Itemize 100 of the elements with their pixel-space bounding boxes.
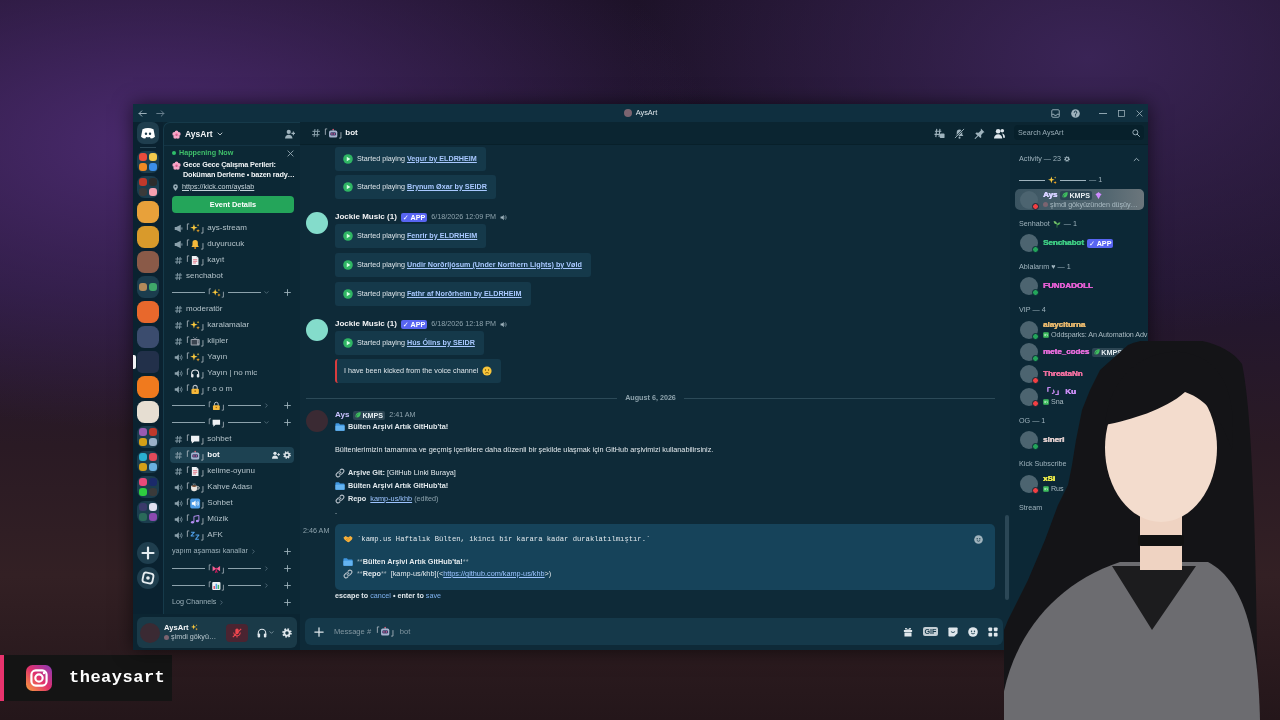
channel-item[interactable]: karalamalar (170, 317, 294, 333)
channel-item[interactable]: sohbet (170, 431, 294, 447)
minimize-icon[interactable] (1099, 112, 1107, 114)
channel-item[interactable]: Müzik (170, 511, 294, 527)
author-name[interactable]: Jockie Music (1) (335, 319, 397, 329)
robot-icon (324, 127, 343, 139)
add-server-icon[interactable] (137, 542, 159, 564)
server-folder[interactable] (137, 451, 159, 473)
server-folder[interactable] (137, 276, 159, 298)
server-icon[interactable] (137, 226, 159, 248)
speaker-icon (174, 514, 183, 524)
server-icon[interactable] (137, 401, 159, 423)
forward-arrow-icon[interactable] (156, 108, 165, 118)
user-avatar[interactable] (1020, 277, 1038, 295)
headphones-icon[interactable] (257, 627, 267, 638)
author-name[interactable]: Jockie Music (1) (335, 212, 397, 222)
discover-icon[interactable] (137, 567, 159, 589)
member-name[interactable]: FUNDADOLL (1043, 281, 1093, 291)
server-folder[interactable] (137, 426, 159, 448)
server-icon[interactable] (137, 376, 159, 398)
invite-icon[interactable] (285, 129, 295, 139)
invite-icon[interactable] (272, 451, 280, 459)
server-folder[interactable] (137, 501, 159, 523)
channel-item[interactable]: kelime-oyunu (170, 463, 294, 479)
maximize-icon[interactable] (1118, 109, 1125, 117)
channel-name: bot (345, 128, 358, 138)
gift-icon[interactable] (903, 626, 913, 637)
server-folder[interactable] (137, 476, 159, 498)
channel-item[interactable]: Yayın (170, 349, 294, 365)
member-name[interactable]: ThreataNn (1043, 369, 1083, 379)
user-avatar[interactable] (1020, 365, 1038, 383)
home-logo-icon[interactable] (137, 122, 159, 144)
hash-icon (174, 466, 183, 476)
help-icon[interactable] (1071, 108, 1080, 118)
member-name[interactable]: 「♪」 Ku (1043, 387, 1076, 397)
sticker-icon[interactable] (948, 626, 958, 637)
channel-item[interactable]: AFK (170, 527, 294, 543)
plus-icon[interactable] (284, 599, 291, 606)
member-name[interactable]: mete_codes (1043, 347, 1090, 357)
user-avatar[interactable] (1020, 320, 1038, 339)
close-icon[interactable] (1136, 109, 1143, 117)
microphone-muted-icon (232, 627, 242, 638)
channel-item[interactable]: Yayın | no mic (170, 365, 294, 381)
channel-item[interactable]: ays-stream (170, 220, 294, 236)
user-avatar[interactable] (1020, 474, 1038, 493)
bot-avatar[interactable] (306, 319, 328, 341)
plus-icon[interactable] (284, 419, 291, 426)
leaf-icon (1062, 192, 1069, 198)
server-folder[interactable] (137, 176, 159, 198)
server-folder[interactable] (137, 151, 159, 173)
member-name[interactable]: xSi (1043, 474, 1055, 484)
server-icon[interactable] (137, 301, 159, 323)
inbox-icon[interactable] (1051, 108, 1060, 118)
member-name[interactable]: slneri (1043, 435, 1065, 445)
robot-icon (186, 449, 205, 461)
live-dot-icon (172, 151, 176, 155)
microphone-button[interactable] (226, 623, 248, 642)
chevron-up-icon[interactable] (1133, 155, 1140, 163)
plus-icon[interactable] (284, 289, 291, 296)
member-name[interactable]: Ays (1043, 190, 1058, 200)
frowning-face-icon (482, 366, 493, 376)
link-icon (343, 569, 353, 579)
member-name[interactable]: alayciturna (1043, 320, 1086, 330)
muted-bell-icon[interactable] (954, 127, 965, 139)
author-name[interactable]: Ays (335, 410, 350, 420)
user-avatar[interactable] (1020, 343, 1038, 361)
members-icon[interactable] (994, 127, 1005, 139)
channel-item[interactable]: moderatör (170, 301, 294, 317)
bot-avatar[interactable] (306, 212, 328, 234)
plus-icon[interactable] (284, 565, 291, 572)
user-avatar[interactable] (1020, 431, 1038, 449)
plus-icon[interactable] (284, 402, 291, 409)
plus-icon[interactable] (284, 582, 291, 589)
channel-item[interactable]: senchabot (170, 268, 294, 284)
channel-item[interactable]: bot (170, 447, 294, 463)
member-name[interactable]: Senchabot (1043, 238, 1084, 248)
plus-icon[interactable] (284, 548, 291, 555)
apps-icon[interactable] (988, 626, 998, 637)
channel-item[interactable]: r o o m (170, 381, 294, 397)
threads-icon[interactable] (934, 127, 945, 139)
document-icon (186, 254, 205, 266)
channel-item[interactable]: Sohbet (170, 495, 294, 511)
gear-icon[interactable] (1063, 156, 1070, 162)
channel-item[interactable]: kayıt (170, 252, 294, 268)
server-icon[interactable] (137, 201, 159, 223)
close-icon[interactable] (287, 149, 294, 157)
channel-item[interactable]: duyurucuk (170, 236, 294, 252)
channel-item[interactable]: klipler (170, 333, 294, 349)
link-icon (335, 493, 345, 504)
folder-icon (335, 480, 345, 491)
pin-icon[interactable] (974, 127, 985, 139)
search-icon[interactable] (1132, 128, 1140, 137)
server-name[interactable]: AysArt (185, 128, 213, 140)
speech-bubble-icon (208, 417, 225, 428)
user-avatar[interactable] (1020, 387, 1038, 406)
channel-item[interactable]: Kahve Adası (170, 479, 294, 495)
user-avatar[interactable] (1020, 234, 1038, 252)
emoji-icon[interactable] (968, 626, 978, 637)
emoji-icon[interactable] (974, 534, 983, 544)
back-arrow-icon[interactable] (138, 108, 147, 118)
